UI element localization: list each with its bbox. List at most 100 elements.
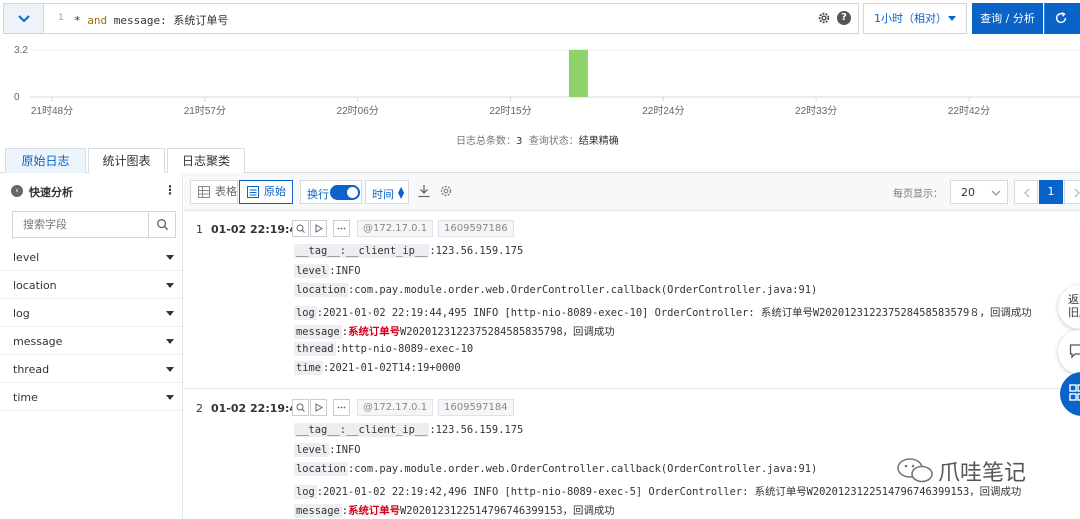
next-page-button[interactable]: [1064, 180, 1080, 204]
quick-analysis-sidebar: ‹ 快速分析 ⋮ level location log message thre…: [0, 173, 183, 519]
caret-down-icon: [166, 367, 174, 372]
result-status: 日志总条数：3 查询状态：结果精确: [456, 132, 619, 147]
toggle-switch[interactable]: [330, 185, 360, 200]
tab-log-clusters[interactable]: 日志聚类: [167, 148, 245, 173]
grid-icon: [1069, 384, 1080, 401]
settings-icon[interactable]: [439, 184, 453, 198]
query-keyword: and: [87, 14, 108, 27]
query-wildcard: *: [74, 14, 88, 27]
source-ip-tag: @172.17.0.1: [357, 220, 434, 237]
context-search-icon[interactable]: [292, 220, 309, 237]
field-thread: thread:http-nio-8089-exec-10: [294, 342, 474, 356]
help-icon[interactable]: ?: [837, 11, 851, 25]
table-icon: [198, 186, 210, 198]
caret-down-icon: [166, 283, 174, 288]
quick-analysis-header: ‹ 快速分析 ⋮: [0, 173, 182, 207]
chevron-down-icon: [17, 14, 30, 22]
x-tick-label: 22时24分: [642, 105, 684, 117]
x-tick-label: 22时15分: [489, 105, 531, 117]
gear-icon[interactable]: [817, 11, 831, 25]
per-page-value: 20: [961, 186, 975, 199]
entry-timestamp: 01-02 22:19:44: [211, 223, 305, 236]
more-actions-icon[interactable]: [333, 220, 350, 237]
query-analyze-button[interactable]: 查询 / 分析: [972, 3, 1043, 34]
field-tag-client-ip: __tag__:__client_ip__:123.56.159.175: [294, 244, 524, 258]
x-tick-label: 21时48分: [31, 105, 73, 117]
tab-charts[interactable]: 统计图表: [88, 148, 165, 173]
chevron-down-icon: [991, 190, 1001, 196]
chevron-right-icon: [1074, 188, 1080, 198]
total-label: 日志总条数：: [456, 136, 516, 147]
x-tick-label: 22时42分: [948, 105, 990, 117]
field-item-message[interactable]: message: [0, 327, 182, 355]
field-label: location: [13, 279, 57, 292]
line-wrap-toggle[interactable]: 换行: [300, 180, 362, 204]
per-page-label: 每页显示：: [893, 189, 943, 200]
time-range-label: 1小时（相对）: [874, 12, 947, 25]
results-toolbar: 表格 原始 换行 时间 ▲ ▼ 每页显示： 20 1: [184, 173, 1080, 211]
field-location: location:com.pay.module.order.web.OrderC…: [294, 283, 818, 297]
download-icon[interactable]: [417, 184, 431, 198]
caret-down-icon: [948, 16, 956, 21]
chevron-left-icon: [1024, 188, 1030, 198]
table-view-label: 表格: [215, 185, 237, 198]
field-message: message:系统订单号W2020123122514796746399153，…: [294, 504, 615, 518]
current-page-button[interactable]: 1: [1039, 180, 1063, 204]
caret-down-icon: [166, 255, 174, 260]
field-item-thread[interactable]: thread: [0, 355, 182, 383]
field-search-input[interactable]: [13, 212, 149, 237]
collapse-toggle-button[interactable]: [4, 4, 44, 33]
refresh-button[interactable]: [1044, 3, 1080, 34]
quick-analysis-title: 快速分析: [29, 186, 73, 199]
per-page-select[interactable]: 20: [950, 180, 1008, 204]
query-input[interactable]: * and message: 系统订单号: [74, 12, 228, 28]
field-item-level[interactable]: level: [0, 243, 182, 271]
query-state-value: 结果精确: [578, 136, 619, 147]
query-state-label: 查询状态：: [528, 136, 579, 147]
previous-page-button[interactable]: [1014, 180, 1038, 204]
tab-raw-logs[interactable]: 原始日志: [5, 148, 86, 173]
collapse-left-icon[interactable]: ‹: [11, 185, 23, 197]
field-item-time[interactable]: time: [0, 383, 182, 411]
live-tail-icon[interactable]: [310, 399, 327, 416]
caret-down-icon: [166, 339, 174, 344]
field-time: time:2021-01-02T14:19+0000: [294, 361, 461, 375]
table-view-button[interactable]: 表格: [190, 180, 238, 204]
context-search-icon[interactable]: [292, 399, 309, 416]
line-number: 1: [58, 13, 64, 23]
more-actions-icon[interactable]: [333, 399, 350, 416]
field-log: log:2021-01-02 22:19:44,495 INFO [http-n…: [294, 306, 1032, 320]
field-tag-client-ip: __tag__:__client_ip__:123.56.159.175: [294, 423, 524, 437]
field-label: level: [13, 251, 40, 264]
field-level: level:INFO: [294, 264, 361, 278]
x-tick-label: 22时06分: [337, 105, 379, 117]
more-options-icon[interactable]: ⋮: [164, 183, 176, 197]
unix-time-tag: 1609597184: [438, 399, 514, 416]
chat-bubble-icon: [1069, 344, 1080, 359]
field-message: message:系统订单号W2020123122375284585835798，…: [294, 325, 615, 339]
time-range-select[interactable]: 1小时（相对）: [863, 3, 967, 34]
log-histogram: 3.2 0 21时48分 21时57分 22时06分 22时15分 22时24分 22时33分…: [14, 45, 1080, 117]
field-label: message: [13, 335, 63, 348]
back-to-old-version-label: 返回 旧版: [1068, 293, 1080, 319]
live-tail-icon[interactable]: [310, 220, 327, 237]
wechat-logo-icon: [897, 458, 933, 483]
field-search-button[interactable]: [148, 212, 175, 237]
entry-index: 2: [196, 402, 203, 415]
time-sort-button[interactable]: 时间 ▲ ▼: [365, 180, 409, 204]
raw-view-label: 原始: [264, 185, 286, 198]
entry-timestamp: 01-02 22:19:42: [211, 402, 305, 415]
y-tick-label: 0: [14, 92, 20, 103]
watermark-text: 爪哇笔记: [938, 461, 1027, 486]
line-wrap-label: 换行: [307, 188, 329, 201]
field-item-location[interactable]: location: [0, 271, 182, 299]
time-sort-label: 时间: [372, 188, 394, 201]
log-entry: 1 01-02 22:19:44 @172.17.0.1 1609597186 …: [184, 220, 1080, 383]
raw-view-button[interactable]: 原始: [239, 180, 293, 204]
field-search: [12, 211, 176, 238]
query-bar: 1 * and message: 系统订单号 ?: [3, 3, 859, 34]
field-item-log[interactable]: log: [0, 299, 182, 327]
y-tick-label: 3.2: [14, 45, 28, 56]
source-ip-tag: @172.17.0.1: [357, 399, 434, 416]
sort-icon: ▲ ▼: [398, 185, 405, 200]
